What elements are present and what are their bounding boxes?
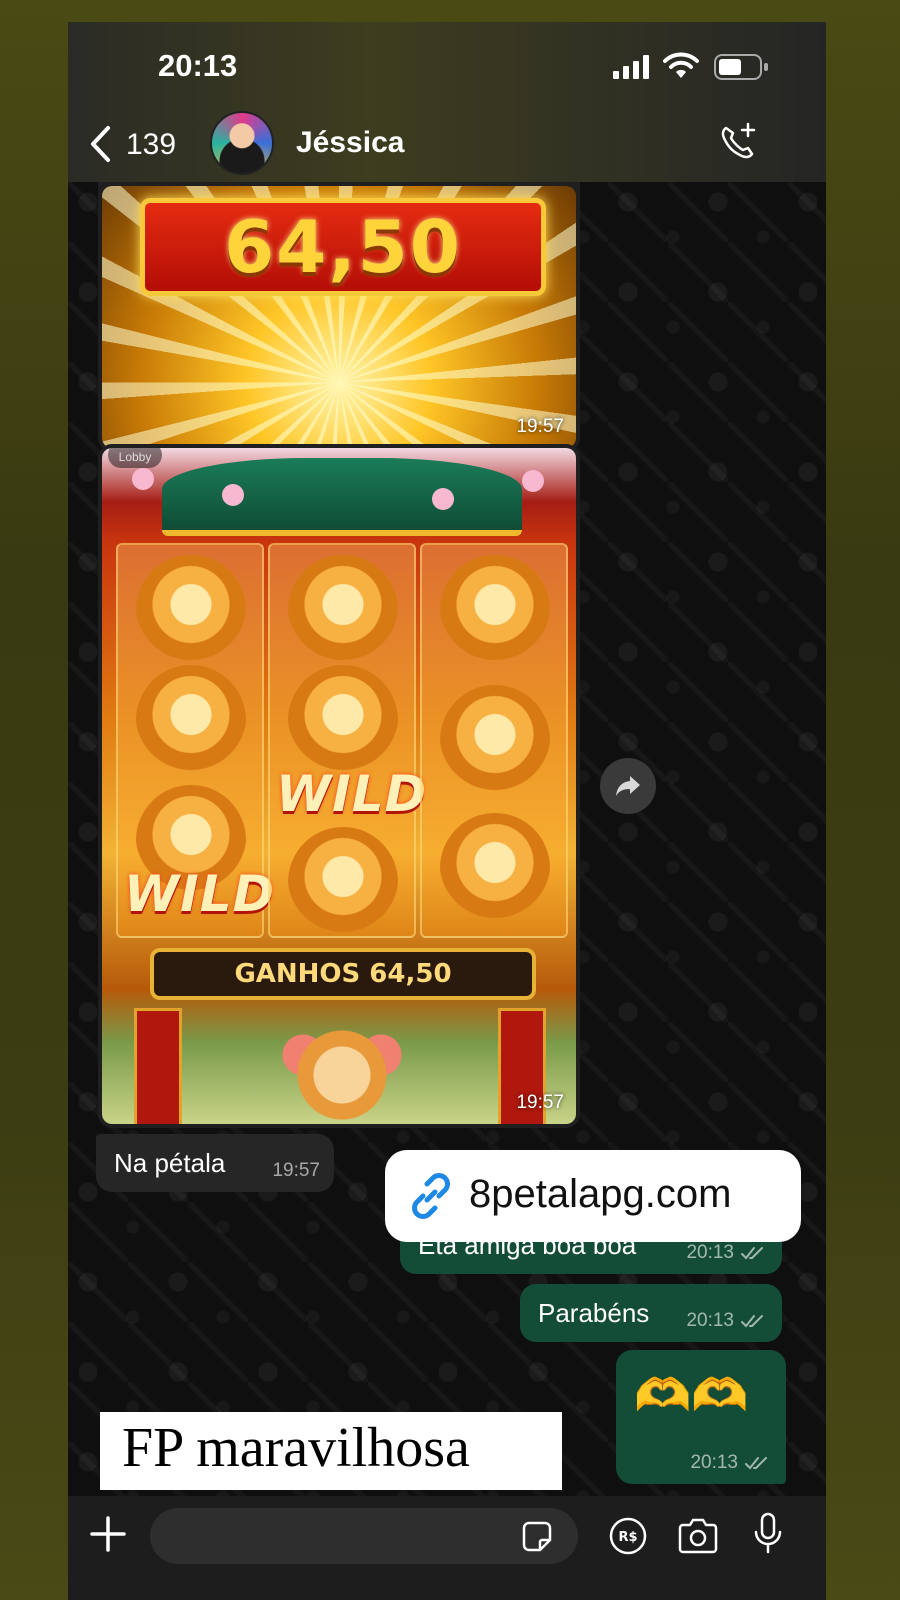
mouse-mascot <box>277 1020 407 1120</box>
camera-icon[interactable] <box>676 1518 720 1554</box>
blossom <box>432 488 454 510</box>
message-text: Na pétala <box>114 1148 226 1178</box>
plus-icon[interactable] <box>88 1514 128 1554</box>
add-call-icon[interactable] <box>718 122 758 162</box>
svg-text:R$: R$ <box>618 1530 637 1545</box>
blossom <box>522 470 544 492</box>
back-chevron-icon[interactable] <box>88 125 112 163</box>
winnings-label: GANHOS 64,50 <box>234 959 452 989</box>
wild-label: WILD <box>124 865 276 923</box>
win-banner: 64,50 <box>140 198 546 296</box>
blossom <box>132 468 154 490</box>
message-time: 20:13 <box>686 1310 734 1331</box>
mouse-symbol <box>288 665 398 775</box>
message-time: 19:57 <box>516 1092 564 1113</box>
firecracker-symbol <box>440 555 550 665</box>
payment-icon[interactable]: R$ <box>608 1516 648 1556</box>
sticker-icon[interactable] <box>520 1520 554 1554</box>
link-text[interactable]: 8petalapg.com <box>469 1172 731 1217</box>
caption-text: FP maravilhosa <box>122 1417 470 1479</box>
reel-1: WILD <box>116 543 274 938</box>
lobby-tag: Lobby <box>108 448 162 468</box>
forward-arrow-icon <box>616 776 640 796</box>
message-time: 20:13 <box>690 1452 738 1473</box>
coin-symbol <box>136 555 246 665</box>
message-meta: 20:13 <box>686 1242 768 1264</box>
contact-avatar[interactable] <box>210 111 274 175</box>
link-icon <box>412 1173 450 1219</box>
message-input-bar: R$ <box>68 1496 826 1600</box>
coin-symbol <box>440 685 550 795</box>
message-time: 19:57 <box>516 416 564 437</box>
mouse-symbol <box>288 555 398 665</box>
link-overlay[interactable]: 8petalapg.com <box>385 1150 801 1242</box>
emoji-text: 🫶🫶 <box>634 1369 749 1421</box>
slot-win-image: 64,50 19:57 <box>102 186 576 448</box>
coin-symbol <box>440 813 550 923</box>
message-meta: 19:57 <box>272 1160 320 1182</box>
cellular-signal-icon <box>613 55 649 79</box>
forward-button[interactable] <box>600 758 656 814</box>
top-bar: 20:13 139 Jéssica <box>68 22 826 182</box>
message-input[interactable] <box>150 1508 578 1564</box>
reel-3 <box>420 543 568 938</box>
message-meta: 20:13 <box>690 1452 772 1474</box>
orange-symbol <box>288 827 398 937</box>
wifi-icon <box>663 52 699 78</box>
message-meta: 20:13 <box>686 1310 768 1332</box>
read-receipt-icon <box>745 1457 767 1470</box>
mouse-symbol <box>136 665 246 775</box>
blossom <box>222 484 244 506</box>
status-time: 20:13 <box>158 48 238 83</box>
image-message-win-screen[interactable]: 64,50 19:57 <box>98 182 580 452</box>
message-time: 19:57 <box>272 1160 320 1181</box>
message-text: Parabéns <box>538 1298 650 1328</box>
battery-icon <box>714 54 768 80</box>
winnings-bar: GANHOS 64,50 <box>150 948 536 1000</box>
outgoing-emoji-message[interactable]: 🫶🫶 20:13 <box>616 1350 786 1484</box>
outgoing-message[interactable]: Parabéns 20:13 <box>520 1284 782 1342</box>
wild-label: WILD <box>276 765 428 823</box>
win-amount: 64,50 <box>224 205 462 289</box>
temple-roof <box>162 458 522 536</box>
microphone-icon[interactable] <box>752 1512 784 1556</box>
read-receipt-icon <box>741 1247 763 1260</box>
slot-reels-image: Lobby WILD WILD GANHOS 64,50 19:57 <box>102 448 576 1124</box>
reel-2: WILD <box>268 543 426 938</box>
read-receipt-icon <box>741 1315 763 1328</box>
message-time: 20:13 <box>686 1242 734 1263</box>
back-unread-count[interactable]: 139 <box>126 128 176 162</box>
contact-name[interactable]: Jéssica <box>296 126 404 160</box>
incoming-message[interactable]: Na pétala 19:57 <box>96 1134 334 1192</box>
image-message-slot-reels[interactable]: Lobby WILD WILD GANHOS 64,50 19:57 <box>98 444 580 1128</box>
caption-overlay: FP maravilhosa <box>100 1412 562 1490</box>
red-pillar <box>134 1008 182 1124</box>
phone-screen: 20:13 139 Jéssica 64,50 19:57 Lobby WILD… <box>68 22 826 1600</box>
